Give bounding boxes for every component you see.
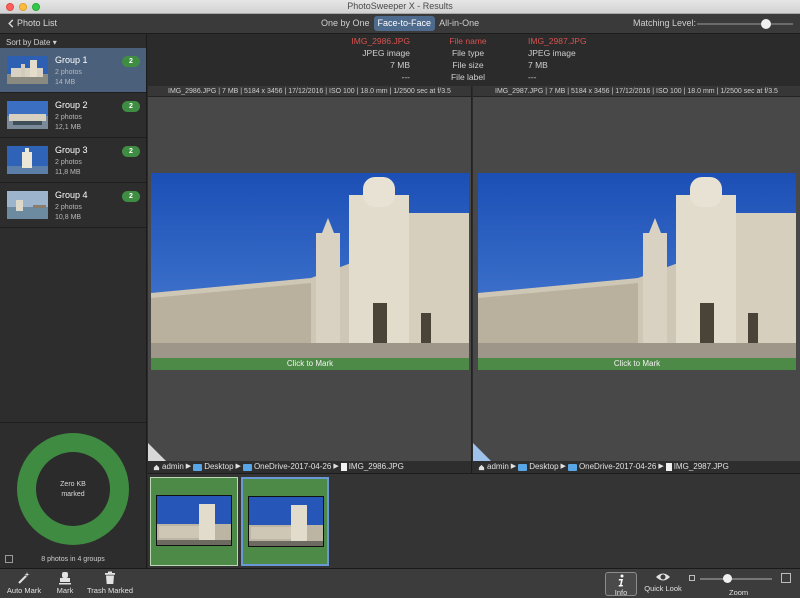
view-one-by-one[interactable]: One by One (317, 16, 374, 31)
folder-icon (242, 463, 252, 471)
group-name: Group 1 (55, 55, 88, 65)
matching-level-knob[interactable] (761, 19, 772, 29)
sort-label: Sort by Date (6, 38, 51, 47)
window-title: PhotoSweeper X - Results (347, 1, 453, 11)
file-info-panel: IMG_2986.JPG JPEG image 7 MB --- File na… (148, 34, 800, 86)
bottom-toolbar: Auto Mark Mark Trash Marked Info Quick L… (0, 568, 800, 598)
sort-by-dropdown[interactable]: Sort by Date ▾ (6, 38, 57, 47)
path-separator-icon: ▶ (235, 463, 241, 470)
path-separator-icon: ▶ (560, 463, 566, 470)
group-item[interactable]: Group 4 2 photos 10,8 MB 2 (0, 183, 146, 228)
mark-button[interactable]: Mark (52, 571, 78, 595)
donut-label: Zero KB marked (60, 481, 86, 498)
home-icon (478, 464, 485, 470)
auto-mark-button[interactable]: Auto Mark (6, 571, 42, 595)
zoom-in-icon[interactable] (781, 573, 791, 583)
group-count-badge: 2 (122, 101, 140, 112)
zoom-knob[interactable] (723, 574, 733, 583)
unmarked-corner-indicator (148, 443, 166, 461)
folder-icon (193, 463, 203, 471)
path-separator-icon: ▶ (658, 463, 664, 470)
toolbar: Photo List One by One Face-to-Face All-i… (0, 14, 800, 34)
group-thumbnail (7, 56, 48, 84)
path-separator-icon: ▶ (185, 463, 192, 470)
group-meta: 2 photos 11,8 MB (55, 159, 82, 176)
chevron-left-icon (8, 18, 14, 28)
left-photo[interactable]: Click to Mark (151, 173, 469, 370)
group-thumbnail (7, 146, 48, 174)
folder-icon (567, 463, 577, 471)
left-file-info: IMG_2986.JPG JPEG image 7 MB --- (351, 36, 410, 82)
path-segment[interactable]: admin (487, 461, 509, 473)
file-info-labels: File name File type File size File label (449, 36, 487, 82)
matching-level-slider[interactable] (697, 19, 793, 29)
view-all-in-one[interactable]: All-in-One (435, 16, 483, 31)
right-photo[interactable]: Click to Mark (478, 173, 796, 370)
path-segment[interactable]: IMG_2987.JPG (674, 461, 729, 473)
path-segment[interactable]: admin (162, 461, 184, 473)
left-file-path: admin ▶ Desktop ▶ OneDrive-2017-04-26 ▶ … (148, 461, 472, 473)
group-item[interactable]: Group 3 2 photos 11,8 MB 2 (0, 138, 146, 183)
zoom-out-icon[interactable] (689, 575, 695, 581)
group-meta: 2 photos 10,8 MB (55, 204, 82, 221)
group-thumbnail (7, 101, 48, 129)
back-label: Photo List (17, 18, 58, 28)
group-count-badge: 2 (122, 56, 140, 67)
group-name: Group 3 (55, 145, 88, 155)
folder-icon (518, 463, 528, 471)
group-count-badge: 2 (122, 191, 140, 202)
selected-corner-indicator (473, 443, 491, 461)
zoom-label: Zoom (729, 588, 749, 597)
stamp-icon (59, 572, 71, 585)
thumbnail-item[interactable] (150, 477, 238, 566)
right-file-info: IMG_2987.JPG JPEG image 7 MB --- (528, 36, 587, 82)
group-sidebar: Sort by Date ▾ Group 1 2 photos 14 MB 2 G… (0, 34, 147, 568)
thumbnail-strip (148, 473, 800, 568)
view-mode-segmented-control: One by One Face-to-Face All-in-One (317, 16, 483, 31)
document-icon (665, 463, 672, 471)
group-meta: 2 photos 12,1 MB (55, 114, 82, 131)
path-separator-icon: ▶ (333, 463, 339, 470)
quick-look-button[interactable]: Quick Look (644, 571, 682, 593)
path-segment[interactable]: OneDrive-2017-04-26 (579, 461, 656, 473)
title-bar: PhotoSweeper X - Results (0, 0, 800, 14)
view-face-to-face[interactable]: Face-to-Face (373, 16, 436, 31)
click-to-mark-button-right[interactable]: Click to Mark (478, 358, 796, 370)
right-file-path: admin ▶ Desktop ▶ OneDrive-2017-04-26 ▶ … (473, 461, 800, 473)
matching-level-label: Matching Level: (633, 18, 697, 28)
path-segment[interactable]: Desktop (204, 461, 233, 473)
group-item[interactable]: Group 2 2 photos 12,1 MB 2 (0, 93, 146, 138)
info-icon (618, 574, 624, 587)
zoom-slider[interactable] (700, 574, 772, 583)
path-segment[interactable]: IMG_2986.JPG (349, 461, 404, 473)
marked-summary: Zero KB marked 8 photos in 4 groups (0, 422, 146, 568)
trash-icon (105, 571, 115, 584)
home-icon (153, 464, 160, 470)
right-image-pane: IMG_2987.JPG | 7 MB | 5184 x 3456 | 17/1… (473, 86, 800, 461)
right-exif-bar: IMG_2987.JPG | 7 MB | 5184 x 3456 | 17/1… (473, 86, 800, 97)
click-to-mark-button-left[interactable]: Click to Mark (151, 358, 469, 370)
group-name: Group 4 (55, 190, 88, 200)
group-item[interactable]: Group 1 2 photos 14 MB 2 (0, 48, 146, 93)
group-list: Group 1 2 photos 14 MB 2 Group 2 2 photos… (0, 48, 146, 228)
eye-icon (656, 573, 670, 581)
magic-wand-icon (18, 572, 30, 584)
thumbnail-item[interactable] (241, 477, 329, 566)
group-meta: 2 photos 14 MB (55, 69, 82, 86)
path-segment[interactable]: OneDrive-2017-04-26 (254, 461, 331, 473)
path-segment[interactable]: Desktop (529, 461, 558, 473)
group-count-badge: 2 (122, 146, 140, 157)
document-icon (340, 463, 347, 471)
marked-size-donut: Zero KB marked (17, 433, 129, 545)
info-button[interactable]: Info (605, 572, 637, 597)
left-exif-bar: IMG_2986.JPG | 7 MB | 5184 x 3456 | 17/1… (148, 86, 471, 97)
group-thumbnail (7, 191, 48, 219)
photo-summary: 8 photos in 4 groups (41, 556, 105, 563)
left-image-pane: IMG_2986.JPG | 7 MB | 5184 x 3456 | 17/1… (148, 86, 472, 461)
group-name: Group 2 (55, 100, 88, 110)
trash-marked-button[interactable]: Trash Marked (86, 571, 134, 595)
photo-list-back-button[interactable]: Photo List (8, 18, 57, 28)
path-separator-icon: ▶ (510, 463, 517, 470)
